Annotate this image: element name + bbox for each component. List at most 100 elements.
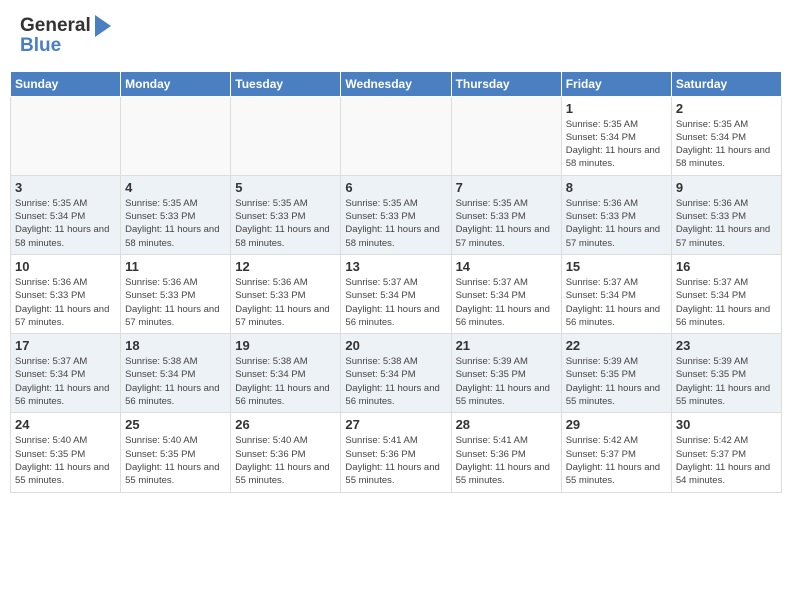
day-number: 22 xyxy=(566,338,667,353)
calendar-header-row: SundayMondayTuesdayWednesdayThursdayFrid… xyxy=(11,71,782,96)
day-number: 27 xyxy=(345,417,446,432)
day-number: 8 xyxy=(566,180,667,195)
calendar-cell xyxy=(231,96,341,175)
day-number: 11 xyxy=(125,259,226,274)
calendar-cell: 13 Sunrise: 5:37 AMSunset: 5:34 PMDayligh… xyxy=(341,254,451,333)
col-header-thursday: Thursday xyxy=(451,71,561,96)
calendar-week-5: 24 Sunrise: 5:40 AMSunset: 5:35 PMDayligh… xyxy=(11,413,782,492)
day-info: Sunrise: 5:40 AMSunset: 5:35 PMDaylight:… xyxy=(15,434,116,487)
day-info: Sunrise: 5:36 AMSunset: 5:33 PMDaylight:… xyxy=(676,197,777,250)
day-info: Sunrise: 5:35 AMSunset: 5:34 PMDaylight:… xyxy=(676,118,777,171)
calendar-cell: 16 Sunrise: 5:37 AMSunset: 5:34 PMDayligh… xyxy=(671,254,781,333)
calendar-cell xyxy=(341,96,451,175)
day-number: 23 xyxy=(676,338,777,353)
day-number: 6 xyxy=(345,180,446,195)
col-header-saturday: Saturday xyxy=(671,71,781,96)
day-info: Sunrise: 5:39 AMSunset: 5:35 PMDaylight:… xyxy=(566,355,667,408)
day-info: Sunrise: 5:35 AMSunset: 5:34 PMDaylight:… xyxy=(15,197,116,250)
day-number: 20 xyxy=(345,338,446,353)
calendar-cell: 23 Sunrise: 5:39 AMSunset: 5:35 PMDayligh… xyxy=(671,334,781,413)
day-number: 24 xyxy=(15,417,116,432)
calendar-cell: 12Sunrise: 5:36 AMSunset: 5:33 PMDayligh… xyxy=(231,254,341,333)
page-header: General Blue xyxy=(10,10,782,63)
col-header-monday: Monday xyxy=(121,71,231,96)
day-info: Sunrise: 5:38 AMSunset: 5:34 PMDaylight:… xyxy=(125,355,226,408)
calendar-cell: 24 Sunrise: 5:40 AMSunset: 5:35 PMDayligh… xyxy=(11,413,121,492)
day-info: Sunrise: 5:36 AMSunset: 5:33 PMDaylight:… xyxy=(15,276,116,329)
calendar-week-1: 1 Sunrise: 5:35 AMSunset: 5:34 PMDaylight… xyxy=(11,96,782,175)
day-info: Sunrise: 5:38 AMSunset: 5:34 PMDaylight:… xyxy=(235,355,336,408)
day-number: 13 xyxy=(345,259,446,274)
calendar-cell: 22 Sunrise: 5:39 AMSunset: 5:35 PMDayligh… xyxy=(561,334,671,413)
calendar-cell: 8 Sunrise: 5:36 AMSunset: 5:33 PMDaylight… xyxy=(561,175,671,254)
calendar-week-2: 3 Sunrise: 5:35 AMSunset: 5:34 PMDaylight… xyxy=(11,175,782,254)
calendar-cell: 1 Sunrise: 5:35 AMSunset: 5:34 PMDaylight… xyxy=(561,96,671,175)
day-number: 4 xyxy=(125,180,226,195)
day-number: 2 xyxy=(676,101,777,116)
calendar-cell: 6 Sunrise: 5:35 AMSunset: 5:33 PMDaylight… xyxy=(341,175,451,254)
day-info: Sunrise: 5:35 AMSunset: 5:33 PMDaylight:… xyxy=(235,197,336,250)
calendar-cell: 30 Sunrise: 5:42 AMSunset: 5:37 PMDayligh… xyxy=(671,413,781,492)
day-number: 19 xyxy=(235,338,336,353)
day-info: Sunrise: 5:37 AMSunset: 5:34 PMDaylight:… xyxy=(566,276,667,329)
day-info: Sunrise: 5:37 AMSunset: 5:34 PMDaylight:… xyxy=(456,276,557,329)
day-number: 26 xyxy=(235,417,336,432)
logo: General Blue xyxy=(20,15,111,58)
day-info: Sunrise: 5:36 AMSunset: 5:33 PMDaylight:… xyxy=(125,276,226,329)
calendar-cell: 28 Sunrise: 5:41 AMSunset: 5:36 PMDayligh… xyxy=(451,413,561,492)
calendar-cell: 26 Sunrise: 5:40 AMSunset: 5:36 PMDayligh… xyxy=(231,413,341,492)
day-number: 18 xyxy=(125,338,226,353)
day-info: Sunrise: 5:40 AMSunset: 5:36 PMDaylight:… xyxy=(235,434,336,487)
logo-arrow-icon xyxy=(95,15,111,37)
day-number: 9 xyxy=(676,180,777,195)
day-number: 10 xyxy=(15,259,116,274)
col-header-sunday: Sunday xyxy=(11,71,121,96)
day-number: 21 xyxy=(456,338,557,353)
day-info: Sunrise: 5:35 AMSunset: 5:34 PMDaylight:… xyxy=(566,118,667,171)
day-number: 5 xyxy=(235,180,336,195)
logo-text-blue: Blue xyxy=(20,35,61,58)
day-info: Sunrise: 5:41 AMSunset: 5:36 PMDaylight:… xyxy=(345,434,446,487)
calendar-week-4: 17 Sunrise: 5:37 AMSunset: 5:34 PMDayligh… xyxy=(11,334,782,413)
calendar-cell xyxy=(11,96,121,175)
col-header-wednesday: Wednesday xyxy=(341,71,451,96)
day-info: Sunrise: 5:35 AMSunset: 5:33 PMDaylight:… xyxy=(456,197,557,250)
day-info: Sunrise: 5:37 AMSunset: 5:34 PMDaylight:… xyxy=(676,276,777,329)
calendar-cell: 10 Sunrise: 5:36 AMSunset: 5:33 PMDayligh… xyxy=(11,254,121,333)
day-number: 28 xyxy=(456,417,557,432)
calendar-cell: 25 Sunrise: 5:40 AMSunset: 5:35 PMDayligh… xyxy=(121,413,231,492)
day-info: Sunrise: 5:39 AMSunset: 5:35 PMDaylight:… xyxy=(676,355,777,408)
day-info: Sunrise: 5:37 AMSunset: 5:34 PMDaylight:… xyxy=(345,276,446,329)
day-number: 3 xyxy=(15,180,116,195)
day-number: 17 xyxy=(15,338,116,353)
col-header-tuesday: Tuesday xyxy=(231,71,341,96)
day-info: Sunrise: 5:38 AMSunset: 5:34 PMDaylight:… xyxy=(345,355,446,408)
day-info: Sunrise: 5:37 AMSunset: 5:34 PMDaylight:… xyxy=(15,355,116,408)
day-number: 16 xyxy=(676,259,777,274)
calendar-cell: 18 Sunrise: 5:38 AMSunset: 5:34 PMDayligh… xyxy=(121,334,231,413)
day-info: Sunrise: 5:35 AMSunset: 5:33 PMDaylight:… xyxy=(345,197,446,250)
day-number: 30 xyxy=(676,417,777,432)
day-info: Sunrise: 5:41 AMSunset: 5:36 PMDaylight:… xyxy=(456,434,557,487)
day-info: Sunrise: 5:36 AMSunset: 5:33 PMDaylight:… xyxy=(566,197,667,250)
day-number: 29 xyxy=(566,417,667,432)
day-info: Sunrise: 5:35 AMSunset: 5:33 PMDaylight:… xyxy=(125,197,226,250)
day-info: Sunrise: 5:42 AMSunset: 5:37 PMDaylight:… xyxy=(566,434,667,487)
day-number: 25 xyxy=(125,417,226,432)
calendar-cell: 17 Sunrise: 5:37 AMSunset: 5:34 PMDayligh… xyxy=(11,334,121,413)
calendar-cell: 4 Sunrise: 5:35 AMSunset: 5:33 PMDaylight… xyxy=(121,175,231,254)
col-header-friday: Friday xyxy=(561,71,671,96)
calendar-cell: 7Sunrise: 5:35 AMSunset: 5:33 PMDaylight… xyxy=(451,175,561,254)
day-info: Sunrise: 5:36 AMSunset: 5:33 PMDaylight:… xyxy=(235,276,336,329)
day-info: Sunrise: 5:39 AMSunset: 5:35 PMDaylight:… xyxy=(456,355,557,408)
day-info: Sunrise: 5:42 AMSunset: 5:37 PMDaylight:… xyxy=(676,434,777,487)
day-number: 14 xyxy=(456,259,557,274)
day-info: Sunrise: 5:40 AMSunset: 5:35 PMDaylight:… xyxy=(125,434,226,487)
calendar-cell xyxy=(121,96,231,175)
day-number: 1 xyxy=(566,101,667,116)
calendar-cell: 29 Sunrise: 5:42 AMSunset: 5:37 PMDayligh… xyxy=(561,413,671,492)
calendar-cell: 27 Sunrise: 5:41 AMSunset: 5:36 PMDayligh… xyxy=(341,413,451,492)
calendar-week-3: 10 Sunrise: 5:36 AMSunset: 5:33 PMDayligh… xyxy=(11,254,782,333)
calendar-cell: 14 Sunrise: 5:37 AMSunset: 5:34 PMDayligh… xyxy=(451,254,561,333)
calendar-cell: 9 Sunrise: 5:36 AMSunset: 5:33 PMDaylight… xyxy=(671,175,781,254)
